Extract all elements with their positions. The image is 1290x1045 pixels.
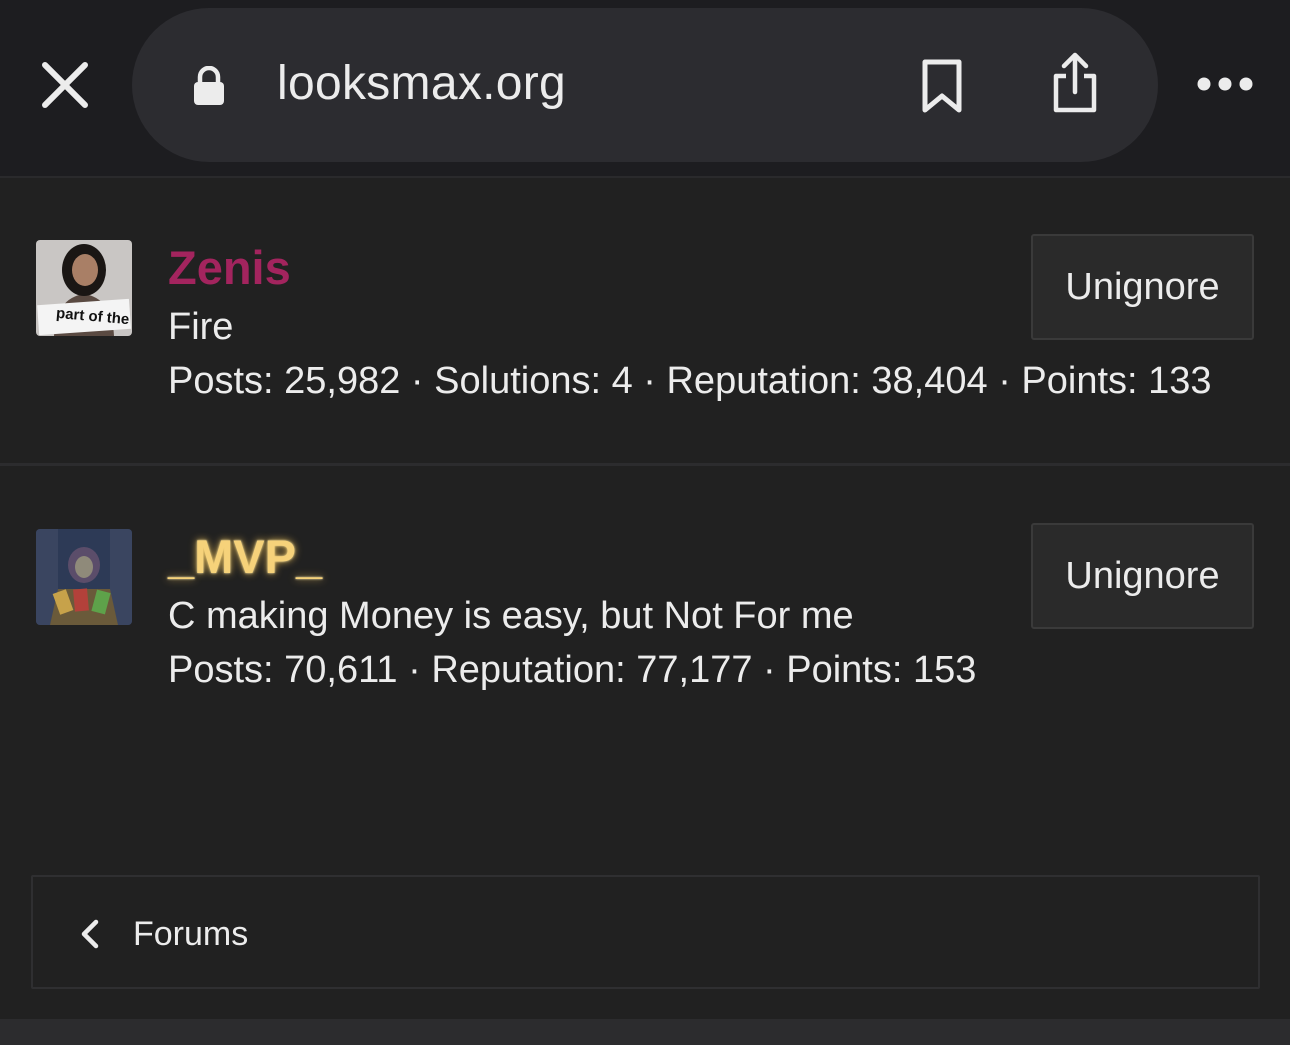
more-icon[interactable] (1196, 74, 1254, 94)
url-text[interactable]: looksmax.org (277, 56, 566, 111)
unignore-button[interactable]: Unignore (1031, 523, 1254, 629)
share-icon[interactable] (1050, 52, 1100, 114)
breadcrumb-label[interactable]: Forums (133, 915, 248, 954)
member-row: _MVP_ C making Money is easy, but Not Fo… (0, 469, 1290, 769)
avatar[interactable] (36, 529, 132, 625)
lock-icon (192, 65, 226, 106)
chevron-left-icon (79, 919, 101, 949)
member-stats: Posts: 70,611 · Reputation: 77,177 · Poi… (168, 649, 977, 691)
user-title: Fire (168, 306, 234, 348)
browser-toolbar: looksmax.org (0, 0, 1290, 178)
bookmark-icon[interactable] (920, 58, 964, 114)
member-stats: Posts: 25,982 · Solutions: 4 · Reputatio… (168, 360, 1212, 402)
member-row: part of the Zenis Fire Posts: 25,982 · S… (0, 180, 1290, 466)
close-icon[interactable] (36, 56, 94, 114)
unignore-button[interactable]: Unignore (1031, 234, 1254, 340)
address-bar[interactable]: looksmax.org (132, 8, 1158, 162)
user-title: C making Money is easy, but Not For me (168, 595, 854, 637)
username[interactable]: Zenis (168, 240, 291, 295)
username[interactable]: _MVP_ (168, 529, 322, 584)
breadcrumb[interactable]: Forums (31, 875, 1260, 989)
bottom-bar (0, 1019, 1290, 1045)
avatar[interactable]: part of the (36, 240, 132, 336)
